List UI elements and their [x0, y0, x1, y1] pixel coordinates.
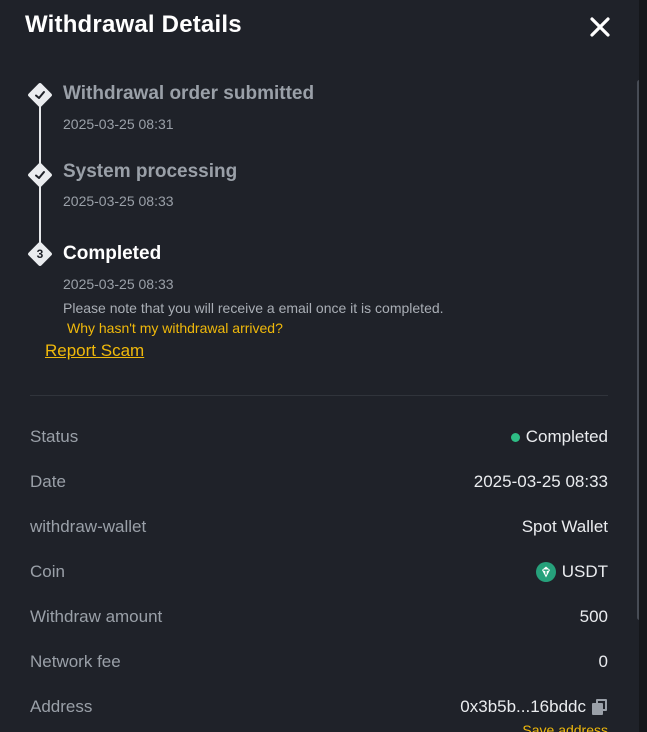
- detail-row-coin: Coin USDT: [30, 562, 608, 586]
- wallet-value: Spot Wallet: [521, 517, 608, 536]
- report-scam-link[interactable]: Report Scam: [45, 341, 144, 361]
- detail-row-amount: Withdraw amount 500: [30, 607, 608, 631]
- status-label: Status: [30, 427, 79, 446]
- coin-label: Coin: [30, 562, 65, 581]
- amount-label: Withdraw amount: [30, 607, 163, 626]
- modal-title: Withdrawal Details: [25, 11, 242, 38]
- step-number: 3: [36, 247, 44, 261]
- detail-row-address: Address 0x3b5b...16bddc: [30, 697, 608, 721]
- step-time: 2025-03-25 08:33: [63, 276, 174, 292]
- coin-text: USDT: [561, 562, 608, 581]
- copy-icon[interactable]: [592, 699, 608, 715]
- status-text: Completed: [525, 427, 608, 446]
- address-label: Address: [30, 697, 93, 716]
- save-address-link[interactable]: Save address: [522, 722, 608, 732]
- detail-row-wallet: withdraw-wallet Spot Wallet: [30, 517, 608, 541]
- check-icon: [35, 171, 45, 179]
- timeline-connector: [39, 100, 41, 170]
- check-icon: [35, 91, 45, 99]
- close-icon: [590, 17, 610, 37]
- wallet-label: withdraw-wallet: [30, 517, 147, 536]
- step-time: 2025-03-25 08:31: [63, 116, 174, 132]
- step-title: Completed: [63, 243, 162, 264]
- completion-note: Please note that you will receive a emai…: [63, 300, 444, 316]
- detail-row-status: Status Completed: [30, 427, 608, 451]
- step-marker-current: 3: [27, 241, 53, 267]
- date-label: Date: [30, 472, 66, 491]
- fee-label: Network fee: [30, 652, 121, 671]
- step-marker-done: [27, 82, 53, 108]
- coin-value: USDT: [535, 562, 608, 582]
- address-text: 0x3b5b...16bddc: [460, 697, 586, 716]
- address-value: 0x3b5b...16bddc: [460, 697, 608, 717]
- background-page-edge: [639, 0, 647, 732]
- close-button[interactable]: [586, 13, 614, 41]
- detail-row-date: Date 2025-03-25 08:33: [30, 472, 608, 496]
- withdrawal-details-modal: Withdrawal Details Withdrawal order subm…: [0, 0, 639, 732]
- date-value: 2025-03-25 08:33: [473, 472, 608, 491]
- step-marker-done: [27, 162, 53, 188]
- status-value: Completed: [510, 427, 608, 447]
- why-not-arrived-link[interactable]: Why hasn't my withdrawal arrived?: [67, 320, 283, 336]
- amount-value: 500: [579, 607, 608, 626]
- section-divider: [30, 395, 608, 396]
- fee-value: 0: [598, 652, 608, 671]
- step-time: 2025-03-25 08:33: [63, 193, 174, 209]
- timeline-connector: [39, 180, 41, 250]
- step-title: System processing: [63, 161, 238, 182]
- detail-row-fee: Network fee 0: [30, 652, 608, 676]
- step-title: Withdrawal order submitted: [63, 83, 315, 104]
- status-dot-icon: [510, 432, 520, 442]
- tether-icon: [535, 562, 556, 582]
